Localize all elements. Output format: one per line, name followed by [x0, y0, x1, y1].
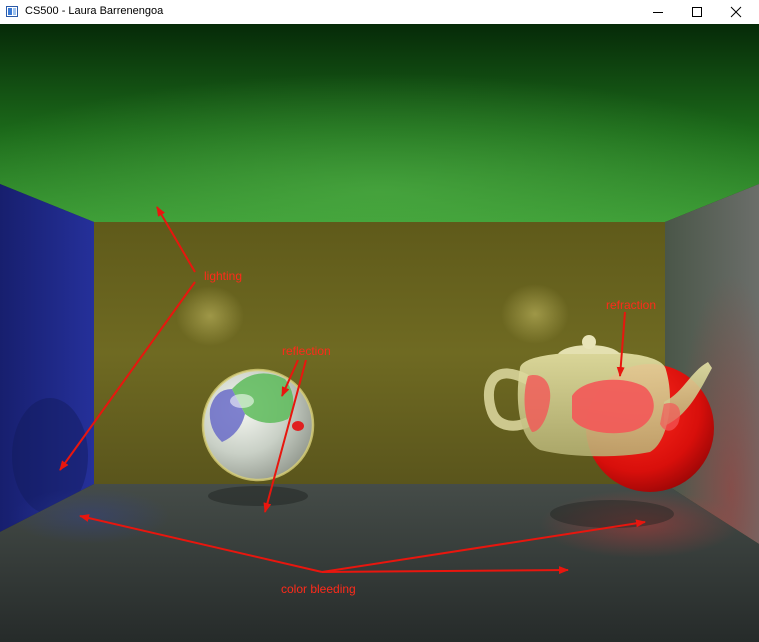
- label-refraction: refraction: [606, 298, 656, 312]
- label-reflection: reflection: [282, 344, 331, 358]
- title-bar[interactable]: CS500 - Laura Barrenengoa: [0, 0, 759, 24]
- close-icon: [730, 6, 742, 18]
- window-title: CS500 - Laura Barrenengoa: [25, 5, 164, 17]
- sphere-red-reflection: [292, 421, 304, 431]
- right-wall-red-bleed: [665, 184, 759, 544]
- close-button[interactable]: [713, 0, 759, 24]
- app-window: CS500 - Laura Barrenengoa lighting refle…: [0, 0, 759, 642]
- render-viewport: lighting reflection refraction color ble…: [0, 24, 759, 642]
- floor-blue-bleed: [10, 488, 170, 544]
- red-sphere-shadow: [550, 500, 674, 528]
- minimize-icon: [653, 12, 663, 13]
- ceiling-glow: [0, 24, 759, 222]
- label-lighting: lighting: [204, 269, 242, 283]
- light-spot-right: [501, 284, 569, 344]
- maximize-icon: [692, 7, 702, 17]
- label-color-bleeding: color bleeding: [281, 582, 356, 596]
- teapot-refraction-red: [572, 379, 654, 434]
- glass-sphere-shadow: [208, 486, 308, 506]
- teapot-knob: [582, 335, 596, 349]
- rendered-scene: lighting reflection refraction color ble…: [0, 24, 759, 642]
- sphere-highlight: [230, 394, 254, 408]
- app-window-icon: [6, 6, 18, 17]
